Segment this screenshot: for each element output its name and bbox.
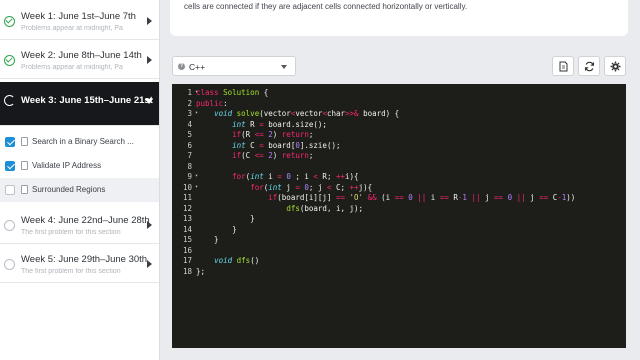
- week-subtitle: Problems appear at midnight, Pa: [21, 64, 123, 71]
- in-progress-icon: [4, 95, 15, 106]
- week-subtitle: Problems appear at midnight, Pa: [21, 25, 123, 32]
- problem-description-text: cells are connected if they are adjacent…: [184, 2, 468, 11]
- not-started-icon: [4, 220, 15, 231]
- line-number: 18: [182, 266, 192, 276]
- document-icon: [21, 185, 28, 194]
- chevron-right-icon: [147, 260, 152, 268]
- code-line: int R = board.size();: [232, 119, 327, 129]
- line-number: 7: [187, 151, 192, 160]
- line-number: 5: [187, 130, 192, 139]
- line-number: 15: [182, 235, 192, 244]
- sidebar-week-1[interactable]: Week 1: June 1st–June 7th Problems appea…: [0, 2, 159, 40]
- week-title: Week 5: June 29th–June 30th: [21, 254, 148, 265]
- line-number: 2: [187, 98, 192, 108]
- line-number: 4: [187, 119, 192, 129]
- problem-description-card: cells are connected if they are adjacent…: [170, 0, 628, 36]
- code-line: void dfs(): [214, 256, 260, 265]
- week-title: Week 4: June 22nd–June 28th: [21, 215, 150, 226]
- problem-item-selected[interactable]: Surrounded Regions: [0, 178, 159, 202]
- code-line: };: [196, 266, 206, 276]
- reset-code-button[interactable]: [578, 56, 600, 76]
- line-number: 3 ▾: [187, 109, 198, 118]
- code-line: }: [196, 224, 237, 234]
- code-line: if(board[i][j] == 'O' && (i == 0 || i ==…: [268, 193, 576, 202]
- sidebar-week-3[interactable]: Week 3: June 15th–June 21st: [0, 82, 159, 126]
- week-subtitle: The first problem for this section: [21, 268, 121, 275]
- chevron-right-icon: [147, 17, 152, 25]
- chevron-down-icon: [145, 99, 153, 104]
- notes-button[interactable]: [552, 56, 574, 76]
- sidebar-week-2[interactable]: Week 2: June 8th–June 14th Problems appe…: [0, 41, 159, 79]
- code-line: if(C <= 2) return;: [232, 151, 314, 160]
- code-line: }: [196, 214, 255, 223]
- line-number: 11: [182, 193, 192, 202]
- code-line: class Solution {: [196, 88, 269, 97]
- course-sidebar: Week 1: June 1st–June 7th Problems appea…: [0, 0, 160, 360]
- problem-item[interactable]: Validate IP Address: [0, 154, 159, 178]
- problem-item[interactable]: Search in a Binary Search ...: [0, 130, 159, 154]
- chevron-right-icon: [147, 56, 152, 64]
- problem-checkbox[interactable]: [5, 161, 15, 171]
- week-title: Week 2: June 8th–June 14th: [21, 50, 142, 61]
- line-number: 14: [182, 224, 192, 234]
- line-number: 9 ▾: [187, 172, 198, 181]
- completed-check-icon: [4, 16, 15, 27]
- code-editor[interactable]: 1 ▾ 2 3 ▾ 4 5 6 7 8 9 ▾ 10 ▾ 11 12 13 14 15 …: [172, 84, 626, 348]
- code-line: void solve(vector<vector<char>>& board) …: [214, 109, 400, 118]
- chevron-right-icon: [147, 221, 152, 229]
- code-line: int C = board[0].szie();: [232, 140, 341, 150]
- sidebar-week-4[interactable]: Week 4: June 22nd–June 28th The first pr…: [0, 206, 159, 244]
- code-line: dfs(board, i, j);: [286, 203, 364, 213]
- line-number: 10 ▾: [182, 182, 198, 192]
- line-number: 1 ▾: [187, 88, 198, 97]
- problem-title: Surrounded Regions: [32, 185, 106, 194]
- line-number: 6: [187, 140, 192, 150]
- sidebar-week-5[interactable]: Week 5: June 29th–June 30th The first pr…: [0, 245, 159, 283]
- week-subtitle: The first problem for this section: [21, 229, 121, 236]
- settings-icon: [610, 61, 621, 72]
- problem-checkbox[interactable]: [5, 137, 15, 147]
- not-started-icon: [4, 259, 15, 270]
- line-number: 12: [182, 203, 192, 213]
- code-line: for(int j = 0; j < C; ++j){: [250, 182, 373, 192]
- line-number: 13: [182, 214, 192, 223]
- code-line: if(R <= 2) return;: [232, 130, 314, 139]
- code-line: }: [196, 235, 219, 244]
- code-line: public:: [196, 98, 228, 108]
- problem-title: Search in a Binary Search ...: [32, 137, 134, 146]
- refresh-icon: [584, 61, 595, 72]
- chevron-down-icon: [281, 65, 287, 69]
- editor-settings-button[interactable]: [604, 56, 626, 76]
- line-number: 8: [187, 161, 192, 171]
- language-select-value: C++: [189, 62, 206, 72]
- document-icon: [21, 161, 28, 170]
- language-select[interactable]: ? C++: [172, 56, 296, 76]
- code-line: for(int i = 0 ; i < R; ++i){: [232, 172, 359, 181]
- file-icon: [559, 61, 568, 72]
- problem-title: Validate IP Address: [32, 161, 102, 170]
- document-icon: [21, 137, 28, 146]
- app-root: Week 1: June 1st–June 7th Problems appea…: [0, 0, 640, 360]
- week-title: Week 3: June 15th–June 21st: [21, 95, 153, 106]
- line-number: 16: [182, 245, 192, 255]
- completed-check-icon: [4, 55, 15, 66]
- help-icon: ?: [178, 63, 185, 70]
- week-title: Week 1: June 1st–June 7th: [21, 11, 136, 22]
- main-panel: cells are connected if they are adjacent…: [160, 0, 640, 360]
- line-number: 17: [182, 256, 192, 265]
- problem-checkbox[interactable]: [5, 185, 15, 195]
